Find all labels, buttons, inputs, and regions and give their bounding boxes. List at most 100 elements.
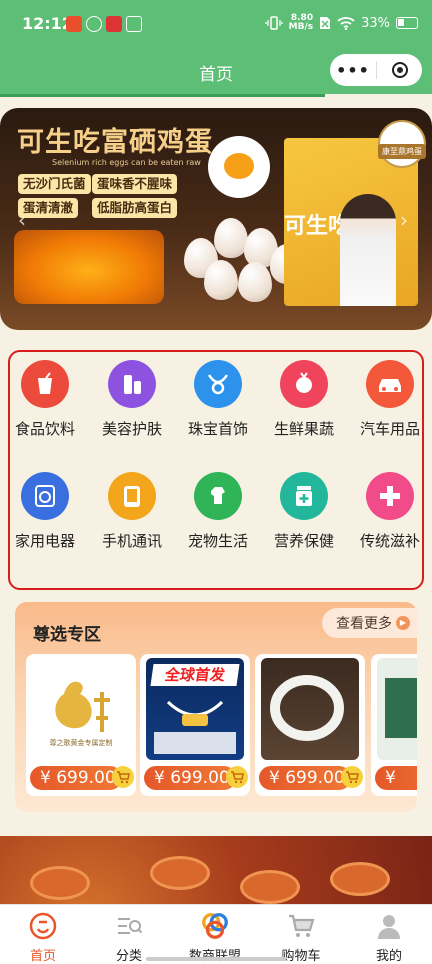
add-to-cart-button[interactable] — [226, 766, 248, 788]
category-label: 家用电器 — [14, 532, 75, 550]
category-label: 传统滋补 — [359, 532, 420, 550]
home-logo-icon — [28, 911, 58, 941]
category-label: 手机通讯 — [101, 532, 162, 550]
battery-icon — [396, 17, 418, 29]
category-label: 宠物生活 — [187, 532, 248, 550]
product-price: ¥ 699.00 — [30, 766, 122, 790]
cosmetics-icon — [108, 360, 156, 408]
category-label: 珠宝首饰 — [187, 420, 248, 438]
featured-section: 尊选专区 查看更多 ▶ 尊之歌黄金专属定制 ¥ 699.00 全球首发 ¥ 69… — [15, 602, 417, 812]
alliance-logo-icon — [200, 911, 230, 941]
cart-icon — [346, 771, 359, 784]
category-beauty[interactable]: 美容护肤 — [89, 352, 175, 448]
product-card[interactable]: ¥ 699.00 — [255, 654, 365, 796]
loading-progress-bar — [0, 94, 325, 97]
promo-banner[interactable]: 可生吃富硒鸡蛋 Selenium rich eggs can be eaten … — [0, 108, 432, 330]
category-mobile[interactable]: 手机通讯 — [89, 464, 175, 560]
banner-tag: 无沙门氏菌 — [18, 174, 91, 194]
vegetable-icon — [280, 360, 328, 408]
vibrate-icon — [264, 16, 283, 30]
banner-prev-icon[interactable]: ‹ — [18, 208, 26, 232]
no-sim-icon — [320, 17, 331, 29]
banner-tag: 蛋清清澈 — [18, 198, 79, 218]
category-label: 汽车用品 — [359, 420, 420, 438]
crab-image — [150, 856, 210, 890]
wifi-icon — [337, 17, 355, 30]
net-speed: 8.80 MB/s — [288, 13, 314, 32]
necklace-icon — [194, 360, 242, 408]
category-jewelry[interactable]: 珠宝首饰 — [175, 352, 261, 448]
egg-yolk-image — [14, 230, 164, 304]
crab-promo-banner[interactable] — [0, 836, 432, 908]
add-to-cart-button[interactable] — [341, 766, 363, 788]
miniapp-capsule: ••• — [330, 54, 422, 86]
see-more-link[interactable]: 查看更多 ▶ — [322, 608, 417, 638]
crab-image — [240, 870, 300, 904]
status-right: 8.80 MB/s 33% — [264, 13, 418, 32]
notification-red-icon — [106, 16, 122, 32]
featured-title: 尊选专区 — [33, 625, 101, 645]
fried-egg-image — [208, 136, 270, 198]
product-price: ¥ 699.00 — [144, 766, 236, 790]
product-image: 尊之歌黄金专属定制 — [32, 658, 130, 760]
status-app-icons — [66, 16, 142, 32]
product-caption: 全球首发 — [150, 664, 240, 686]
product-image — [377, 658, 417, 760]
dog-icon — [194, 472, 242, 520]
battery-percent: 33% — [361, 15, 390, 31]
tab-label: 购物车 — [281, 949, 321, 964]
product-image — [261, 658, 359, 760]
add-to-cart-button[interactable] — [112, 766, 134, 788]
banner-tag: 低脂肪高蛋白 — [92, 198, 178, 218]
car-icon — [366, 360, 414, 408]
category-pets[interactable]: 宠物生活 — [175, 464, 261, 560]
medicine-bottle-icon — [280, 472, 328, 520]
spokesperson-image — [340, 194, 396, 306]
category-nutrition[interactable]: 营养保健 — [261, 464, 347, 560]
banner-title: 可生吃富硒鸡蛋 — [17, 127, 213, 158]
tab-label: 我的 — [375, 949, 402, 964]
tab-label: 首页 — [29, 949, 56, 964]
category-grid: 食品饮料 美容护肤 珠宝首饰 生鲜果蔬 汽车用品 家用电器 手机通讯 宠物生活 … — [8, 350, 424, 590]
see-more-label: 查看更多 — [336, 616, 392, 632]
category-food-drinks[interactable]: 食品饮料 — [2, 352, 88, 448]
drink-cup-icon — [21, 360, 69, 408]
category-appliances[interactable]: 家用电器 — [2, 464, 88, 560]
category-fresh-produce[interactable]: 生鲜果蔬 — [261, 352, 347, 448]
washing-machine-icon — [21, 472, 69, 520]
notification-dots-icon — [126, 16, 142, 32]
product-card[interactable]: ¥ — [371, 654, 417, 796]
target-icon — [391, 62, 408, 78]
tab-label: 分类 — [115, 949, 142, 964]
brand-name: 康至鼎鸡蛋 — [378, 144, 426, 159]
cart-icon — [117, 771, 130, 784]
tab-home[interactable]: 首页 — [0, 911, 86, 964]
more-button[interactable]: ••• — [330, 61, 376, 80]
tab-profile[interactable]: 我的 — [346, 911, 432, 964]
notification-leaf-icon — [86, 16, 102, 32]
notification-app-icon — [66, 16, 82, 32]
nav-header: 首页 ••• — [0, 50, 432, 94]
product-price: ¥ 699.00 — [259, 766, 351, 790]
banner-subtitle: Selenium rich eggs can be eaten raw — [52, 158, 201, 167]
bottom-tab-bar: 首页 分类 数商联盟 购物车 我的 — [0, 904, 432, 964]
cart-icon — [286, 911, 316, 941]
home-indicator — [146, 957, 286, 961]
category-label: 美容护肤 — [101, 420, 162, 438]
category-auto[interactable]: 汽车用品 — [347, 352, 432, 448]
product-price: ¥ — [375, 766, 417, 790]
health-cross-icon — [366, 472, 414, 520]
product-card[interactable]: 尊之歌黄金专属定制 ¥ 699.00 — [26, 654, 136, 796]
status-bar: 12:12 8.80 MB/s 33% — [0, 0, 432, 50]
cart-icon — [231, 771, 244, 784]
user-icon — [374, 911, 404, 941]
banner-tag: 蛋味香不腥味 — [92, 174, 178, 194]
close-miniapp-button[interactable] — [377, 62, 422, 78]
banner-next-icon[interactable]: › — [400, 208, 408, 232]
category-tonics[interactable]: 传统滋补 — [347, 464, 432, 560]
product-card[interactable]: 全球首发 ¥ 699.00 — [140, 654, 250, 796]
tab-label: 数商联盟 — [189, 945, 241, 964]
category-label: 营养保健 — [273, 532, 334, 550]
category-label: 生鲜果蔬 — [273, 420, 334, 438]
arrow-right-icon: ▶ — [396, 616, 410, 630]
